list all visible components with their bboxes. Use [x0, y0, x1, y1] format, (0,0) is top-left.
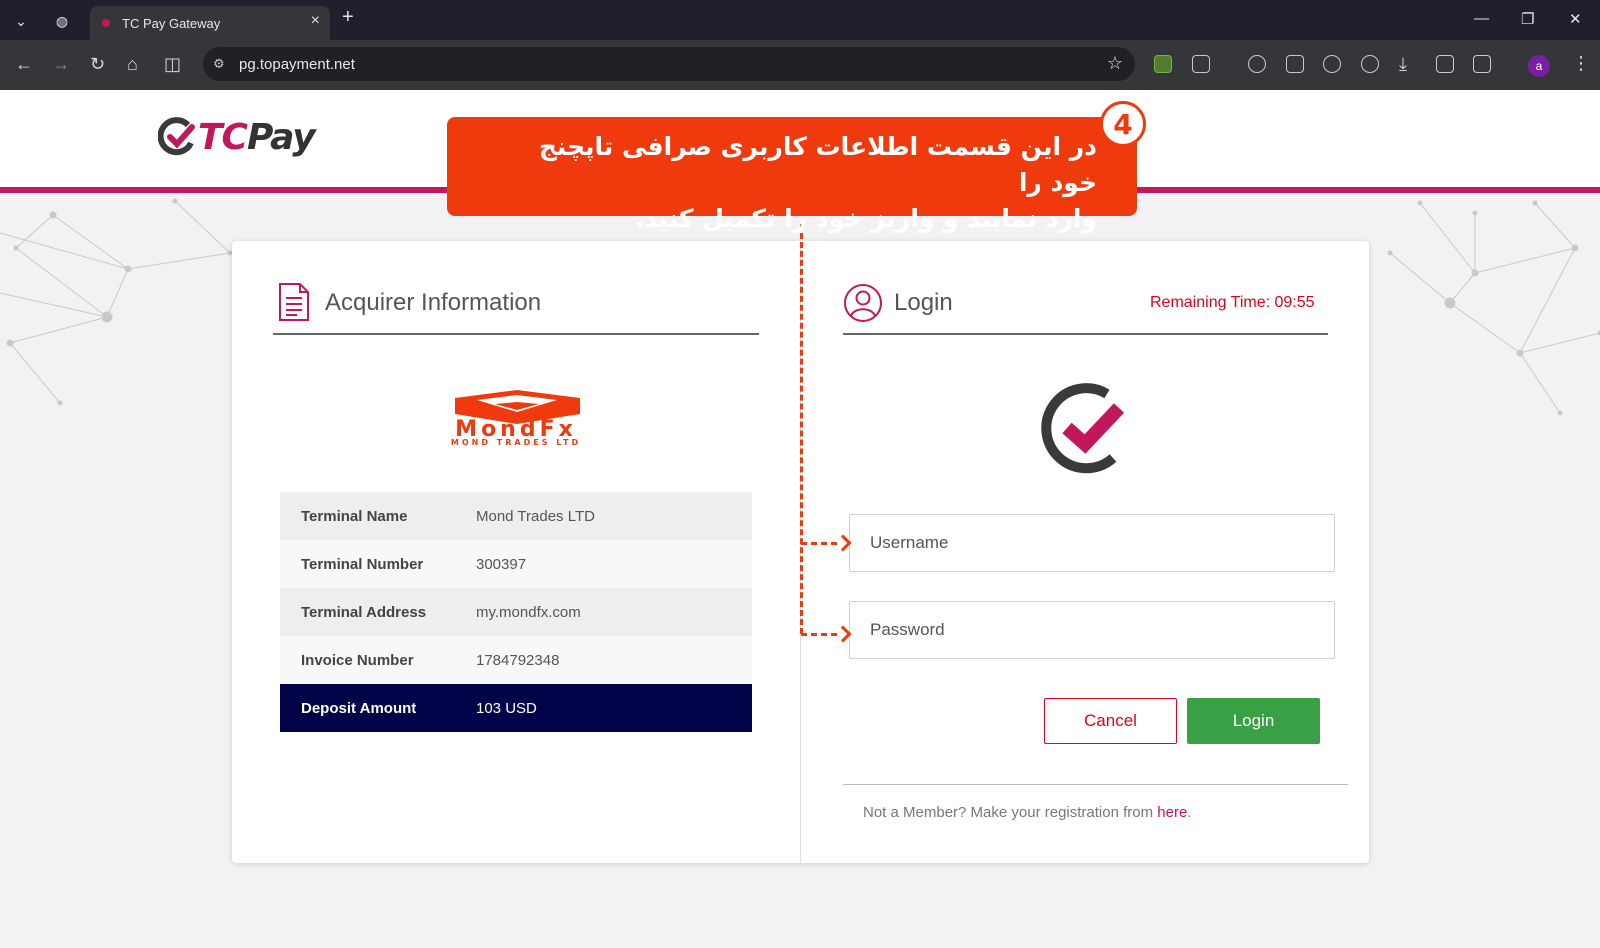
- login-button[interactable]: Login: [1187, 698, 1320, 744]
- reading-list-icon[interactable]: [1286, 55, 1304, 73]
- network-decoration-right: [1387, 200, 1600, 416]
- split-view-icon[interactable]: ◫: [164, 54, 181, 74]
- table-row: Invoice Number 1784792348: [280, 636, 752, 684]
- extension-icon[interactable]: [1154, 55, 1172, 73]
- annotation-dashed-line: [800, 224, 803, 634]
- bookmark-star-icon[interactable]: ☆: [1107, 53, 1123, 74]
- remaining-time: Remaining Time: 09:55: [1150, 294, 1315, 312]
- table-row: Terminal Number 300397: [280, 540, 752, 588]
- browser-tab[interactable]: TC Pay Gateway ×: [90, 6, 330, 40]
- tab-title: TC Pay Gateway: [122, 15, 221, 31]
- step-number-badge: 4: [1100, 101, 1146, 147]
- back-icon[interactable]: ←: [15, 54, 33, 74]
- row-label: Terminal Address: [301, 603, 427, 621]
- deposit-amount-row: Deposit Amount 103 USD: [280, 684, 752, 732]
- merchant-logo: MondFx MOND TRADES LTD: [415, 390, 617, 448]
- instruction-banner: در این قسمت اطلاعات کاربری صرافی تاپچنج …: [447, 117, 1137, 233]
- table-row: Terminal Name Mond Trades LTD: [280, 492, 752, 540]
- network-decoration-left: [0, 198, 233, 406]
- browser-menu-icon[interactable]: ⋮: [1572, 53, 1590, 74]
- document-icon: [279, 283, 309, 321]
- globe-icon[interactable]: ◍: [48, 7, 76, 35]
- annotation-pointer-username: [801, 542, 837, 545]
- download-icon[interactable]: ⤓: [1399, 54, 1407, 74]
- row-label: Terminal Name: [301, 507, 408, 525]
- row-value: 300397: [476, 555, 527, 573]
- row-value: 1784792348: [476, 651, 560, 669]
- login-bottom-divider: [843, 784, 1348, 785]
- acquirer-title-line: [273, 333, 759, 335]
- cancel-button[interactable]: Cancel: [1044, 698, 1177, 744]
- password-placeholder: Password: [870, 620, 945, 639]
- acquirer-title: Acquirer Information: [325, 289, 542, 316]
- home-icon[interactable]: ⌂: [127, 54, 138, 74]
- site-info-icon[interactable]: ⚙: [213, 56, 229, 72]
- merchant-logo-text: MondFx: [455, 417, 577, 442]
- remaining-time-label: Remaining Time:: [1150, 294, 1271, 311]
- row-value: my.mondfx.com: [476, 603, 581, 621]
- tcpay-check-icon: [158, 117, 195, 156]
- register-end: .: [1187, 804, 1192, 821]
- row-label: Deposit Amount: [301, 699, 417, 717]
- tab-search-button[interactable]: ⌄: [7, 7, 35, 35]
- username-field[interactable]: Username: [849, 514, 1335, 572]
- restore-icon[interactable]: ❐: [1521, 10, 1534, 28]
- minimize-icon[interactable]: —: [1474, 10, 1489, 27]
- reload-icon[interactable]: ↻: [90, 54, 105, 74]
- row-value: Mond Trades LTD: [476, 507, 595, 525]
- login-title-line: [843, 333, 1328, 335]
- register-text: Not a Member? Make your registration fro…: [863, 804, 1158, 821]
- browser-titlebar: ⌄ ◍ TC Pay Gateway × + — ❐ ✕: [0, 0, 1600, 40]
- register-link[interactable]: here: [1157, 804, 1187, 821]
- tcpay-emblem-icon: [1041, 383, 1125, 474]
- tcpay-logo[interactable]: TCPay: [158, 112, 316, 162]
- forward-icon[interactable]: →: [52, 54, 70, 74]
- extensions-puzzle-icon[interactable]: [1192, 55, 1210, 73]
- banner-line-2: وارد نمایید و واریز خود را تکمیل کنید.: [634, 204, 1097, 233]
- profile-avatar[interactable]: a: [1528, 55, 1550, 77]
- table-row: Terminal Address my.mondfx.com: [280, 588, 752, 636]
- password-key-icon[interactable]: [1323, 55, 1341, 73]
- history-icon[interactable]: [1361, 55, 1379, 73]
- user-icon: [844, 284, 882, 322]
- login-title: Login: [894, 289, 953, 316]
- row-label: Invoice Number: [301, 651, 414, 669]
- logo-text: TCPay: [198, 116, 316, 158]
- banner-line-1: در این قسمت اطلاعات کاربری صرافی تاپچنج …: [538, 132, 1097, 197]
- acquirer-info-table: Terminal Name Mond Trades LTD Terminal N…: [280, 492, 752, 732]
- tab-favicon-icon: [102, 19, 110, 27]
- merchant-logo-subtext: MOND TRADES LTD: [450, 438, 582, 447]
- url-text: pg.topayment.net: [239, 55, 355, 73]
- translate-icon[interactable]: [1473, 55, 1491, 73]
- incognito-icon[interactable]: [1248, 55, 1266, 73]
- annotation-pointer-password: [801, 633, 837, 636]
- password-field[interactable]: Password: [849, 601, 1335, 659]
- row-value: 103 USD: [476, 699, 537, 717]
- register-prompt: Not a Member? Make your registration fro…: [863, 804, 1191, 821]
- remaining-time-value: 09:55: [1274, 294, 1315, 311]
- new-tab-button[interactable]: +: [342, 6, 354, 29]
- tab-close-icon[interactable]: ×: [311, 12, 320, 30]
- screenshot-icon[interactable]: [1436, 55, 1454, 73]
- username-placeholder: Username: [870, 533, 949, 552]
- row-label: Terminal Number: [301, 555, 424, 573]
- close-window-icon[interactable]: ✕: [1569, 10, 1582, 28]
- address-bar[interactable]: ⚙ pg.topayment.net ☆: [203, 47, 1135, 81]
- browser-toolbar: ← → ↻ ⌂ ◫ ⚙ pg.topayment.net ☆ ⤓: [0, 40, 1600, 90]
